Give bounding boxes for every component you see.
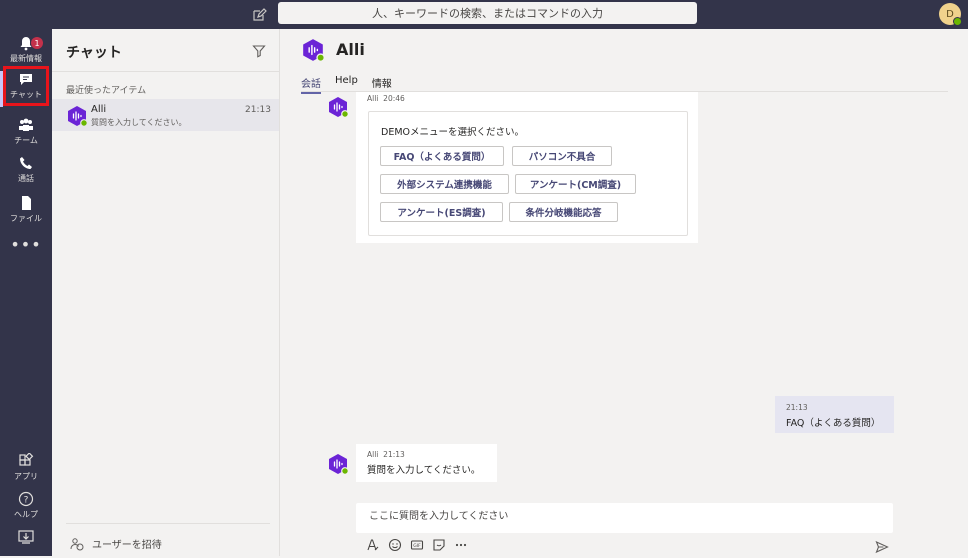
message-time: 20:46 xyxy=(383,94,405,103)
help-icon: ? xyxy=(18,491,34,507)
message-text: 質問を入力してください。 xyxy=(367,465,481,476)
gif-icon[interactable]: GIF xyxy=(410,538,424,552)
emoji-icon[interactable] xyxy=(388,538,402,552)
message-sender: Alli xyxy=(367,450,379,459)
message-bubble-self: 21:13 FAQ（よくある質問） xyxy=(775,396,894,433)
rail-item-help[interactable]: ? ヘルプ xyxy=(0,491,52,520)
card-button-faq[interactable]: FAQ（よくある質問） xyxy=(380,146,504,166)
message-input[interactable] xyxy=(367,510,871,523)
card-button-external-system[interactable]: 外部システム連携機能 xyxy=(380,174,509,194)
message-meta: Alli 21:13 xyxy=(367,450,405,459)
phone-icon xyxy=(20,157,32,169)
chat-highlight-box xyxy=(3,66,49,106)
card-button-survey-cm[interactable]: アンケート(CM調査) xyxy=(515,174,636,194)
svg-text:?: ? xyxy=(24,496,29,506)
format-icon[interactable] xyxy=(366,538,380,552)
more-options-icon[interactable] xyxy=(454,538,468,552)
bot-avatar xyxy=(66,105,88,131)
bot-avatar xyxy=(301,38,325,66)
bot-avatar xyxy=(327,453,349,479)
user-avatar[interactable]: D xyxy=(939,3,962,26)
compose-toolbar: GIF xyxy=(366,538,476,552)
rail-item-label: チーム xyxy=(14,136,38,145)
chat-list-panel: チャット 最近使ったアイテム Alli 質問を入力してください。 21:13 ユ… xyxy=(52,29,280,556)
chat-item-name: Alli xyxy=(91,104,107,115)
sticker-icon[interactable] xyxy=(432,538,446,552)
top-bar: 人、キーワードの検索、またはコマンドの入力 D xyxy=(0,0,968,29)
rail-item-activity[interactable]: 最新情報 1 xyxy=(0,35,52,64)
rail-item-label: ヘルプ xyxy=(14,510,38,519)
divider xyxy=(66,523,270,524)
card-button-pc-issue[interactable]: パソコン不具合 xyxy=(512,146,612,166)
rail-item-teams[interactable]: チーム xyxy=(0,117,52,146)
rail-item-label: アプリ xyxy=(14,472,38,481)
panel-title: チャット xyxy=(66,45,122,61)
rail-item-more[interactable]: ••• xyxy=(0,235,52,254)
chat-item-time: 21:13 xyxy=(245,105,271,115)
new-chat-icon[interactable] xyxy=(250,6,268,24)
svg-text:GIF: GIF xyxy=(413,543,421,549)
conversation-title: Alli xyxy=(336,40,365,59)
card-button-branching[interactable]: 条件分岐機能応答 xyxy=(509,202,618,222)
message-time: 21:13 xyxy=(383,450,405,459)
card-prompt: DEMOメニューを選択ください。 xyxy=(381,127,524,138)
rail-item-label: 通話 xyxy=(18,174,34,183)
message-bubble: Alli 21:13 質問を入力してください。 xyxy=(356,444,497,482)
teams-icon xyxy=(19,118,33,131)
search-input[interactable]: 人、キーワードの検索、またはコマンドの入力 xyxy=(278,2,697,24)
send-icon[interactable] xyxy=(875,539,889,558)
rail-item-calls[interactable]: 通話 xyxy=(0,155,52,184)
filter-icon[interactable] xyxy=(252,43,266,58)
conversation-pane: Alli 会話 Help 情報 Alli 20:46 DEMOメニューを選択くだ… xyxy=(280,29,968,556)
rail-item-download[interactable] xyxy=(0,529,52,547)
invite-people-icon xyxy=(70,537,84,550)
message-text: FAQ（よくある質問） xyxy=(786,418,881,429)
rail-item-apps[interactable]: アプリ xyxy=(0,453,52,482)
avatar-initial: D xyxy=(946,8,954,20)
message-bubble: Alli 20:46 DEMOメニューを選択ください。 FAQ（よくある質問） … xyxy=(356,92,698,243)
invite-user-button[interactable]: ユーザーを招待 xyxy=(70,536,162,551)
file-icon xyxy=(22,196,31,210)
more-icon: ••• xyxy=(10,235,42,254)
recent-section-label: 最近使ったアイテム xyxy=(66,86,147,96)
adaptive-card: DEMOメニューを選択ください。 FAQ（よくある質問） パソコン不具合 外部シ… xyxy=(368,111,688,236)
message-meta: Alli 20:46 xyxy=(367,94,405,103)
apps-icon xyxy=(19,453,34,466)
card-button-survey-es[interactable]: アンケート(ES調査) xyxy=(380,202,503,222)
message-sender: Alli xyxy=(367,94,379,103)
app-rail: 最新情報 1 チャット チーム 通話 ファイル ••• アプリ ? ヘルプ xyxy=(0,29,52,556)
download-app-icon xyxy=(18,530,34,544)
rail-item-files[interactable]: ファイル xyxy=(0,195,52,224)
compose-box xyxy=(356,503,893,533)
notification-badge: 1 xyxy=(31,37,43,49)
invite-label: ユーザーを招待 xyxy=(92,540,162,551)
rail-item-label: 最新情報 xyxy=(10,54,42,63)
message-time: 21:13 xyxy=(786,403,808,412)
presence-available-icon xyxy=(953,17,962,26)
bot-avatar xyxy=(327,96,349,122)
chat-list-item[interactable]: Alli 質問を入力してください。 21:13 xyxy=(52,99,279,131)
rail-item-label: ファイル xyxy=(10,214,42,223)
chat-item-preview: 質問を入力してください。 xyxy=(91,118,187,127)
divider xyxy=(52,71,279,72)
